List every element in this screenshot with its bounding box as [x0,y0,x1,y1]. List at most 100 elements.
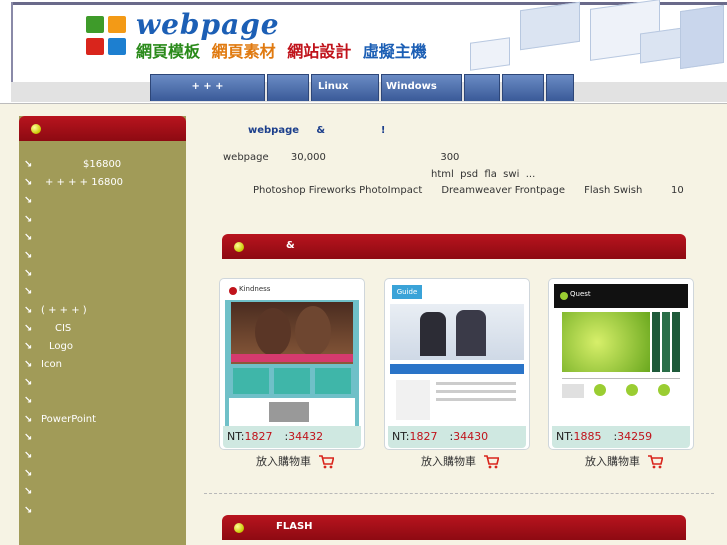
add-to-cart-button[interactable]: 放入購物車 [421,453,499,469]
header-left-line [11,2,13,82]
intro-text: Photoshop Fireworks PhotoImpact Dreamwea… [253,185,684,196]
product-card[interactable]: Kindness NT:1827:34432 [219,278,365,450]
thumb-title: Guide [392,285,422,299]
arrow-icon: ↘ [24,450,33,461]
product-id: 34430 [453,430,489,443]
sidebar-item[interactable]: ↘ [19,447,186,465]
add-to-cart-label: 放入購物車 [256,455,311,468]
arrow-icon: ↘ [24,486,33,498]
sidebar-item[interactable]: ↘ [19,429,186,447]
product-price: NT:1827:34430 [388,426,526,448]
arrow-icon: ↘ [24,395,33,407]
logo-squares-icon[interactable] [86,16,130,56]
section-title: FLASH [276,521,313,532]
sidebar-item-label: + + + + 16800 [45,177,124,189]
bullet-icon [234,523,244,533]
product-thumbnail[interactable]: Guide [390,284,524,426]
nav-tab[interactable] [546,74,574,101]
product-id: 34259 [617,430,653,443]
page: webpage 網頁模板 網頁素材 網站設計 虛擬主機 + + + Linux … [0,0,727,545]
intro-text: html psd fla swi ... [431,169,536,180]
nav-tab-linux[interactable]: Linux [311,74,379,101]
bullet-icon [31,124,41,134]
arrow-icon: ↘ [24,504,33,516]
sidebar-item-label: ( + + + ) [41,304,87,316]
cart-icon [483,455,499,469]
sidebar-item[interactable]: ↘ [19,247,186,265]
header-decoration [520,1,580,51]
product-price: NT:1827:34432 [223,426,361,448]
sidebar-item[interactable]: ↘ ( + + + ) [19,302,186,320]
price-value: 1827 [409,430,438,443]
arrow-icon: ↘ [24,468,33,480]
tagline-item: 網站設計 [287,42,352,61]
sidebar-item-label: Icon [41,359,62,371]
sidebar-item[interactable]: ↘ [19,192,186,210]
sidebar-item[interactable]: ↘ Icon [19,356,186,374]
intro-title: webpage & ! [248,125,386,136]
sidebar-item-label: Logo [49,340,73,352]
add-to-cart-button[interactable]: 放入購物車 [585,453,663,469]
sidebar-item[interactable]: ↘ $16800 [19,156,186,174]
add-to-cart-button[interactable]: 放入購物車 [256,453,334,469]
arrow-icon: ↘ [24,195,33,207]
product-card[interactable]: Quest NT:1885:34259 [548,278,694,450]
section-title: & [286,240,295,251]
arrow-icon: ↘ [24,340,33,352]
arrow-icon: ↘ [24,177,33,189]
section-header: FLASH [222,515,686,540]
arrow-icon: ↘ [24,268,33,280]
sidebar-item[interactable]: ↘ + + + + 16800 [19,174,186,192]
nav-tab-windows[interactable]: Windows [381,74,462,101]
arrow-icon: ↘ [24,286,33,298]
product-card[interactable]: Guide NT:1827:34430 [384,278,530,450]
sidebar-item[interactable]: ↘ PowerPoint [19,411,186,429]
cart-icon [647,455,663,469]
sidebar-footer [41,534,153,545]
arrow-icon: ↘ [24,304,33,316]
add-to-cart-label: 放入購物車 [585,455,640,468]
logo[interactable]: webpage [136,8,280,41]
sidebar-header [19,116,186,141]
product-price: NT:1885:34259 [552,426,690,448]
sidebar-item[interactable]: ↘ [19,392,186,410]
arrow-icon: ↘ [24,431,33,443]
cart-icon [318,455,334,469]
tagline-item: 網頁模板 [136,42,201,61]
sidebar-item[interactable]: ↘ [19,283,186,301]
sidebar-item[interactable]: ↘ [19,502,186,520]
arrow-icon: ↘ [24,249,33,261]
sidebar-item[interactable]: ↘ [19,211,186,229]
arrow-icon: ↘ [24,322,33,334]
nav-tab[interactable] [267,74,309,101]
header-decoration [470,37,510,71]
sidebar-list: ↘ $16800 ↘ + + + + 16800 ↘ ↘ ↘ ↘ ↘ ↘ ↘ ( + … [19,156,186,520]
section-header: & [222,234,686,259]
arrow-icon: ↘ [24,377,33,389]
tagline: 網頁模板 網頁素材 網站設計 虛擬主機 [136,38,433,62]
nav-tab[interactable]: + + + [150,74,265,101]
sidebar-item[interactable]: ↘ Logo [19,338,186,356]
sidebar-item[interactable]: ↘ [19,374,186,392]
nav-tab[interactable] [464,74,500,101]
sidebar-item[interactable]: ↘ [19,483,186,501]
sidebar-item-label: PowerPoint [41,413,97,425]
sidebar-item[interactable]: ↘ [19,265,186,283]
thumb-title: Quest [570,290,591,298]
product-thumbnail[interactable]: Quest [554,284,688,426]
sidebar-item[interactable]: ↘ [19,465,186,483]
header-decoration [680,4,724,70]
product-id: 34432 [288,430,324,443]
header: webpage 網頁模板 網頁素材 網站設計 虛擬主機 + + + Linux … [0,0,727,104]
sidebar-item[interactable]: ↘ CIS [19,320,186,338]
product-thumbnail[interactable]: Kindness [225,284,359,426]
sidebar-item[interactable]: ↘ [19,229,186,247]
arrow-icon: ↘ [24,213,33,225]
sidebar-item-label: $16800 [83,159,122,170]
sidebar-item-label: CIS [55,322,72,334]
arrow-icon: ↘ [24,159,33,170]
arrow-icon: ↘ [24,413,33,425]
arrow-icon: ↘ [24,231,33,243]
divider [204,493,714,494]
nav-tab[interactable] [502,74,544,101]
